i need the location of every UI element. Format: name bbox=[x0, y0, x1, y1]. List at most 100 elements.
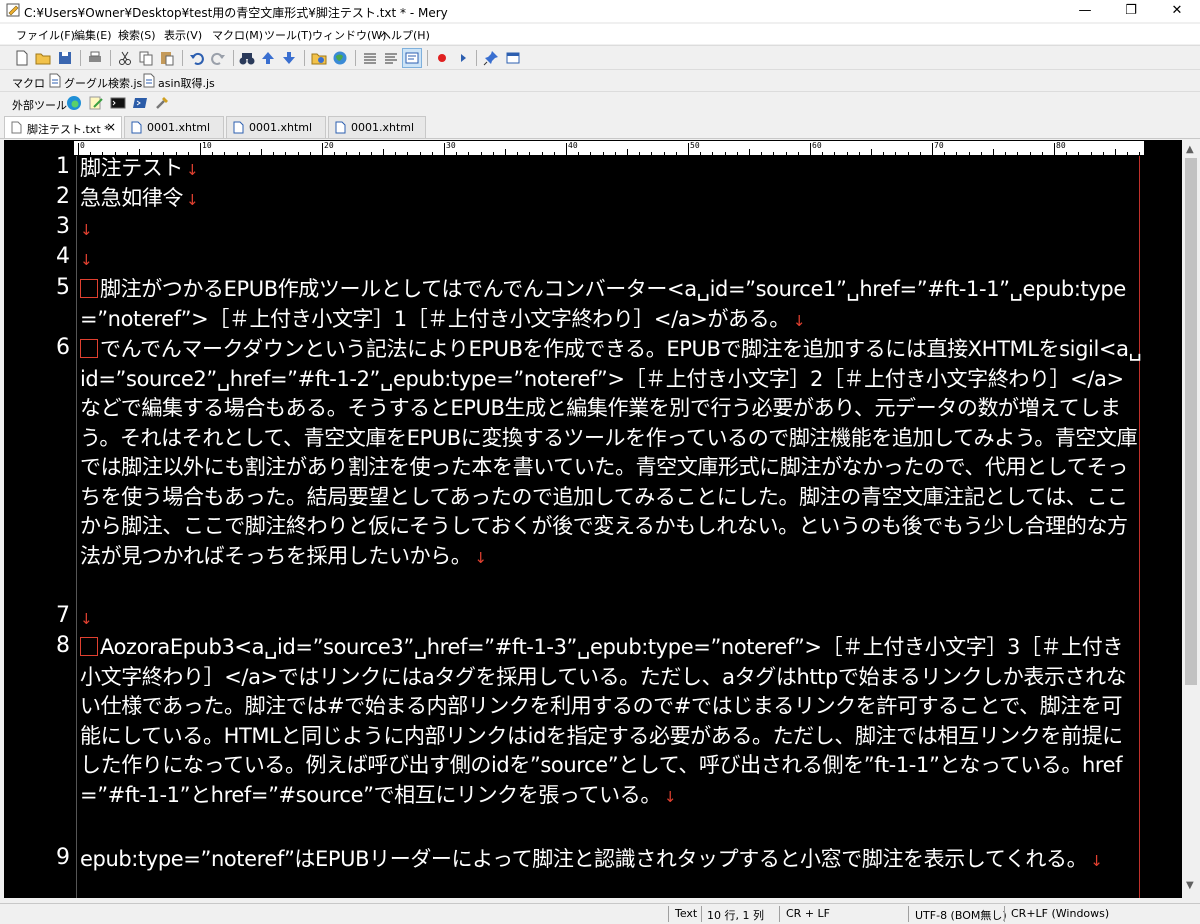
toolbar-separator bbox=[80, 50, 81, 66]
vertical-scrollbar[interactable]: ▲ ▼ bbox=[1182, 140, 1200, 898]
edge-browser-icon[interactable] bbox=[66, 95, 82, 111]
editor-line-8[interactable]: AozoraEpub3<a␣id=”source3”␣href=”#ft-1-3… bbox=[80, 633, 1142, 812]
external-tools-label: 外部ツール bbox=[12, 99, 67, 112]
macro-bar-label: マクロ bbox=[12, 77, 45, 90]
notepad-icon[interactable] bbox=[88, 95, 104, 111]
macro-asin[interactable]: asin取得.js bbox=[158, 75, 215, 91]
close-window-button[interactable]: ✕ bbox=[1154, 0, 1200, 22]
scrollbar-thumb[interactable] bbox=[1185, 158, 1197, 685]
ruler-label: 80 bbox=[1056, 141, 1066, 150]
status-separator bbox=[1004, 906, 1005, 922]
eol-marker: ↓ bbox=[80, 610, 93, 628]
play-macro-icon[interactable] bbox=[454, 49, 472, 67]
line-number: 2 bbox=[56, 184, 70, 209]
line-number: 9 bbox=[56, 845, 70, 870]
paste-icon[interactable] bbox=[158, 49, 176, 67]
text-file-icon bbox=[11, 121, 22, 134]
eol-marker: ↓ bbox=[792, 311, 806, 330]
line-number: 8 bbox=[56, 633, 70, 658]
status-mode[interactable]: Text bbox=[675, 907, 697, 920]
macro-bar: マクロ グーグル検索.js asin取得.js bbox=[0, 69, 1200, 92]
external-tools-bar: 外部ツール bbox=[0, 91, 1200, 114]
xhtml-file-icon bbox=[233, 121, 244, 134]
menu-macro[interactable]: マクロ(M) bbox=[212, 27, 263, 43]
menu-file[interactable]: ファイル(F) bbox=[16, 27, 75, 43]
scroll-down-arrow-icon[interactable]: ▼ bbox=[1186, 880, 1194, 891]
script-file-icon bbox=[49, 73, 61, 88]
eol-marker: ↓ bbox=[186, 161, 199, 179]
save-icon[interactable] bbox=[56, 49, 74, 67]
web-globe-icon[interactable] bbox=[331, 49, 349, 67]
fullwidth-space-marker bbox=[80, 339, 98, 358]
record-macro-icon[interactable] bbox=[433, 49, 451, 67]
xhtml-file-icon bbox=[131, 121, 142, 134]
tab-close-button[interactable]: × bbox=[106, 120, 116, 134]
align-lines-icon[interactable] bbox=[361, 49, 379, 67]
tab-label: 0001.xhtml bbox=[351, 121, 415, 134]
gutter-divider bbox=[76, 156, 77, 898]
print-icon[interactable] bbox=[86, 49, 104, 67]
line-number: 7 bbox=[56, 603, 70, 628]
new-file-icon[interactable] bbox=[13, 49, 31, 67]
main-toolbar bbox=[0, 45, 1200, 70]
status-separator bbox=[908, 906, 909, 922]
ruler-label: 50 bbox=[690, 141, 700, 150]
editor-line-3[interactable]: ↓ bbox=[80, 214, 1142, 246]
editor-line-5[interactable]: 脚注がつかるEPUB作成ツールとしてはでんでんコンバーター<a␣id=”sour… bbox=[80, 275, 1142, 336]
status-newline-type[interactable]: CR+LF (Windows) bbox=[1011, 907, 1109, 920]
menu-bar: ファイル(F) 編集(E) 検索(S) 表示(V) マクロ(M) ツール(T) … bbox=[0, 24, 1200, 44]
toolbar-separator bbox=[476, 50, 477, 66]
ruler-label: 10 bbox=[202, 141, 212, 150]
toolbar-separator bbox=[304, 50, 305, 66]
toolbar-separator bbox=[427, 50, 428, 66]
status-newline[interactable]: CR + LF bbox=[786, 907, 830, 920]
find-binoculars-icon[interactable] bbox=[238, 49, 256, 67]
editor-line-7[interactable]: ↓ bbox=[80, 603, 1142, 635]
menu-search[interactable]: 検索(S) bbox=[118, 27, 156, 43]
window-wrap-icon[interactable] bbox=[402, 48, 422, 68]
eol-marker: ↓ bbox=[186, 191, 199, 209]
fullwidth-space-marker bbox=[80, 637, 98, 656]
copy-icon[interactable] bbox=[137, 49, 155, 67]
find-previous-icon[interactable] bbox=[259, 49, 277, 67]
editor-line-2[interactable]: 急急如律令 ↓ bbox=[80, 184, 1142, 216]
tools-icon[interactable] bbox=[154, 95, 170, 111]
wrap-lines-icon[interactable] bbox=[382, 49, 400, 67]
editor-line-4[interactable]: ↓ bbox=[80, 244, 1142, 276]
document-tab-bar: 脚注テスト.txt * × 0001.xhtml 0001.xhtml 0001… bbox=[0, 114, 1200, 139]
status-separator bbox=[701, 906, 702, 922]
title-bar: C:¥Users¥Owner¥Desktop¥test用の青空文庫形式¥脚注テス… bbox=[0, 0, 1200, 22]
ruler-label: 0 bbox=[80, 141, 85, 150]
find-next-icon[interactable] bbox=[280, 49, 298, 67]
powershell-icon[interactable] bbox=[132, 95, 148, 111]
minimize-button[interactable]: — bbox=[1062, 0, 1108, 22]
editor-line-9[interactable]: epub:type=”noteref”はEPUBリーダーによって脚注と認識されタ… bbox=[80, 845, 1142, 898]
tab-xhtml-2[interactable]: 0001.xhtml bbox=[226, 116, 326, 138]
command-prompt-icon[interactable] bbox=[110, 95, 126, 111]
tab-label: 脚注テスト.txt * bbox=[27, 123, 110, 136]
pin-icon[interactable] bbox=[482, 49, 500, 67]
menu-window[interactable]: ウィンドウ(W) bbox=[312, 27, 386, 43]
cut-icon[interactable] bbox=[116, 49, 134, 67]
macro-google-search[interactable]: グーグル検索.js bbox=[64, 75, 142, 91]
menu-edit[interactable]: 編集(E) bbox=[74, 27, 112, 43]
menu-help[interactable]: ヘルプ(H) bbox=[380, 27, 430, 43]
tab-footnote-test[interactable]: 脚注テスト.txt * × bbox=[4, 116, 122, 138]
editor-line-6[interactable]: でんでんマークダウンという記法によりEPUBを作成できる。EPUBで脚注を追加す… bbox=[80, 335, 1142, 573]
editor-line-1[interactable]: 脚注テスト ↓ bbox=[80, 154, 1142, 186]
eol-marker: ↓ bbox=[663, 787, 677, 806]
find-in-files-icon[interactable] bbox=[310, 49, 328, 67]
window-icon[interactable] bbox=[504, 49, 522, 67]
redo-icon[interactable] bbox=[209, 49, 227, 67]
scroll-up-arrow-icon[interactable]: ▲ bbox=[1186, 144, 1194, 155]
restore-button[interactable]: ❐ bbox=[1108, 0, 1154, 22]
status-encoding[interactable]: UTF-8 (BOM無し) bbox=[915, 907, 1007, 923]
tab-xhtml-3[interactable]: 0001.xhtml bbox=[328, 116, 426, 138]
undo-icon[interactable] bbox=[188, 49, 206, 67]
toolbar-separator bbox=[233, 50, 234, 66]
open-folder-icon[interactable] bbox=[34, 49, 52, 67]
tab-label: 0001.xhtml bbox=[147, 121, 211, 134]
menu-tools[interactable]: ツール(T) bbox=[264, 27, 312, 43]
tab-xhtml-1[interactable]: 0001.xhtml bbox=[124, 116, 224, 138]
menu-view[interactable]: 表示(V) bbox=[164, 27, 202, 43]
